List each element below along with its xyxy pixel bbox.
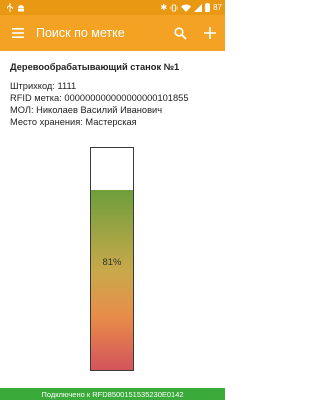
app-toolbar: Поиск по метке	[0, 15, 225, 51]
connection-status-text: Подключено к RFD8500151535230E0142	[41, 389, 184, 399]
signal-icon	[194, 3, 203, 12]
menu-button[interactable]	[0, 15, 36, 51]
item-details: Деревообрабатывающий станок №1 Штрихкод:…	[10, 62, 219, 128]
page-title: Поиск по метке	[36, 26, 125, 40]
android-icon	[18, 4, 24, 11]
location-text: Место хранения: Мастерская	[10, 117, 137, 127]
add-button[interactable]	[195, 15, 225, 51]
search-button[interactable]	[165, 15, 195, 51]
barcode-text: Штрихкод: 1111	[10, 81, 77, 91]
signal-strength-gauge: 81%	[90, 147, 134, 371]
owner-text: МОЛ: Николаев Василий Иванович	[10, 105, 163, 115]
signal-strength-label: 81%	[102, 257, 122, 268]
usb-icon	[7, 3, 13, 12]
hamburger-menu-icon	[12, 28, 24, 38]
search-icon	[173, 26, 187, 40]
plus-icon	[204, 27, 216, 39]
connection-status-bar: Подключено к RFD8500151535230E0142	[0, 388, 225, 400]
system-status-bar: ✱ 87	[0, 0, 225, 15]
signal-strength-fill	[91, 190, 133, 370]
battery-level: 87	[213, 3, 222, 12]
wifi-icon	[181, 4, 192, 12]
vibrate-icon	[170, 4, 178, 11]
bluetooth-icon: ✱	[160, 3, 168, 12]
rfid-text: RFID метка: 000000000000000000101855	[10, 93, 189, 103]
battery-icon	[205, 3, 210, 12]
item-title: Деревообрабатывающий станок №1	[10, 62, 180, 72]
